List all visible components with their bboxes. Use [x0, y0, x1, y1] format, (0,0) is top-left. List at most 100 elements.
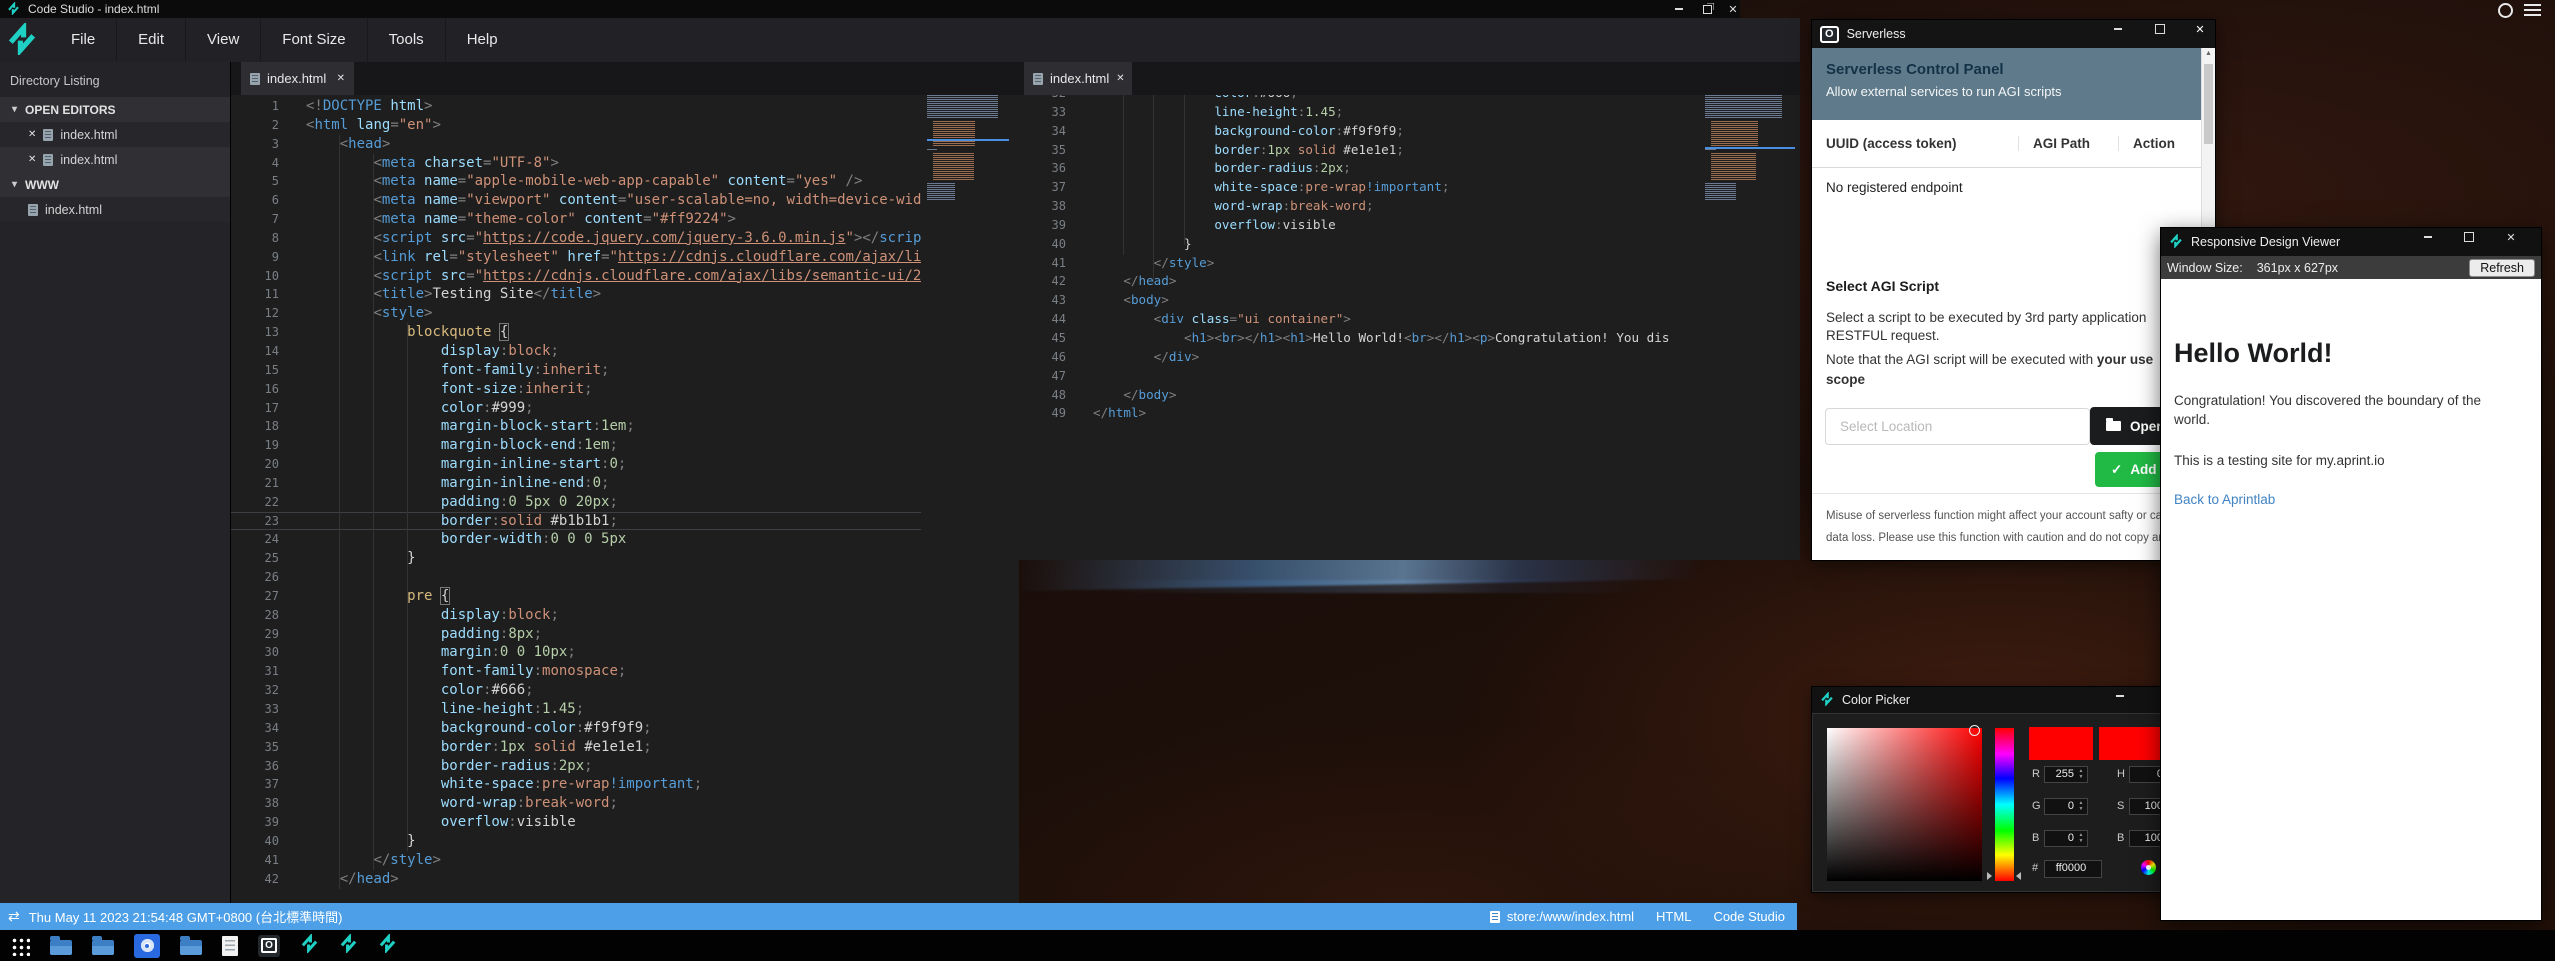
folder-icon[interactable] [50, 940, 72, 955]
code-line[interactable]: 27 pre { [231, 587, 921, 606]
close-icon[interactable]: ✕ [28, 154, 36, 165]
close-icon[interactable]: ✕ [1116, 73, 1124, 84]
document-icon[interactable] [222, 936, 238, 956]
hue-marker-icon[interactable] [1987, 872, 1992, 880]
sidebar-section-header[interactable]: ▾WWW [0, 172, 230, 197]
field-input-B[interactable]: 0▲▼ [2044, 830, 2088, 847]
code-line[interactable]: 34 background-color:#f9f9f9; [231, 719, 921, 738]
code-line[interactable]: 12 <style> [231, 304, 921, 323]
code-line[interactable]: 42 </head> [231, 870, 921, 889]
code-line[interactable]: 40 } [1018, 235, 1703, 254]
code-line[interactable]: 44 <div class="ui container"> [1018, 310, 1703, 329]
code-line[interactable]: 49</html> [1018, 404, 1703, 423]
close-icon[interactable]: ✕ [28, 129, 36, 140]
code-line[interactable]: 16 font-size:inherit; [231, 380, 921, 399]
code-line[interactable]: 26 [231, 568, 921, 587]
close-button[interactable]: ✕ [2189, 20, 2211, 38]
code-line[interactable]: 2<html lang="en"> [231, 116, 921, 135]
code-line[interactable]: 28 display:block; [231, 606, 921, 625]
reload-icon[interactable] [2498, 3, 2513, 18]
minimize-button[interactable] [2417, 228, 2439, 246]
menu-help[interactable]: Help [445, 18, 519, 62]
code-line[interactable]: 32 color:#666; [231, 681, 921, 700]
hex-input[interactable]: ff0000 [2044, 860, 2102, 878]
field-input-G[interactable]: 0▲▼ [2044, 798, 2088, 815]
code-line[interactable]: 11 <title>Testing Site</title> [231, 285, 921, 304]
menu-font-size[interactable]: Font Size [260, 18, 366, 62]
code-line[interactable]: 9 <link rel="stylesheet" href="https://c… [231, 248, 921, 267]
code-line[interactable]: 37 white-space:pre-wrap!important; [231, 775, 921, 794]
code-line[interactable]: 10 <script src="https://cdnjs.cloudflare… [231, 267, 921, 286]
menu-tools[interactable]: Tools [367, 18, 445, 62]
code-line[interactable]: 1<!DOCTYPE html> [231, 97, 921, 116]
code-studio-icon[interactable] [339, 934, 358, 958]
tab-index-html[interactable]: index.html ✕ [1024, 62, 1132, 95]
sidebar-section-header[interactable]: ▾OPEN EDITORS [0, 97, 230, 122]
sidebar-item-index.html[interactable]: ✕index.html [0, 122, 230, 147]
code-line[interactable]: 37 white-space:pre-wrap!important; [1018, 178, 1703, 197]
menu-edit[interactable]: Edit [116, 18, 185, 62]
serverless-app-icon[interactable]: O [258, 935, 280, 957]
code-line[interactable]: 34 background-color:#f9f9f9; [1018, 122, 1703, 141]
media-player-icon[interactable] [134, 934, 160, 958]
hue-marker-icon[interactable] [2016, 872, 2021, 880]
code-line[interactable]: 21 margin-inline-end:0; [231, 474, 921, 493]
folder-icon[interactable] [92, 940, 114, 955]
code-line[interactable]: 8 <script src="https://code.jquery.com/j… [231, 229, 921, 248]
code-line[interactable]: 45 <h1><br></h1><h1>Hello World!<br></h1… [1018, 329, 1703, 348]
code-area[interactable]: 32 color:#666;33 line-height:1.45;34 bac… [1018, 95, 1800, 560]
status-language[interactable]: HTML [1656, 909, 1691, 924]
close-button[interactable]: ✕ [2500, 228, 2522, 246]
code-line[interactable]: 43 <body> [1018, 291, 1703, 310]
status-file[interactable]: store:/www/index.html [1490, 909, 1634, 924]
scroll-up-icon[interactable]: ▲ [2202, 50, 2215, 57]
code-line[interactable]: 41 </style> [231, 851, 921, 870]
code-line[interactable]: 13 blockquote { [231, 323, 921, 342]
code-line[interactable]: 20 margin-inline-start:0; [231, 455, 921, 474]
code-line[interactable]: 47 [1018, 367, 1703, 386]
code-line[interactable]: 36 border-radius:2px; [1018, 159, 1703, 178]
menu-view[interactable]: View [185, 18, 260, 62]
code-studio-icon[interactable] [378, 934, 397, 958]
color-wheel-icon[interactable] [2141, 860, 2156, 875]
code-line[interactable]: 33 line-height:1.45; [1018, 103, 1703, 122]
hamburger-menu-icon[interactable] [2524, 4, 2541, 16]
code-line[interactable]: 5 <meta name="apple-mobile-web-app-capab… [231, 172, 921, 191]
app-grid-icon[interactable] [10, 936, 30, 956]
code-line[interactable]: 38 word-wrap:break-word; [231, 794, 921, 813]
code-area[interactable]: 1<!DOCTYPE html>2<html lang="en">3 <head… [231, 95, 1019, 903]
spinner-icon[interactable]: ▲▼ [2077, 801, 2085, 812]
code-line[interactable]: 18 margin-block-start:1em; [231, 417, 921, 436]
code-line[interactable]: 24 border-width:0 0 0 5px [231, 530, 921, 549]
close-icon[interactable]: ✕ [337, 73, 345, 84]
maximize-button[interactable] [2458, 228, 2480, 246]
code-line[interactable]: 39 overflow:visible [231, 813, 921, 832]
spinner-icon[interactable]: ▲▼ [2077, 833, 2085, 844]
viewer-title-bar[interactable]: Responsive Design Viewer ✕ [2161, 228, 2541, 256]
code-line[interactable]: 15 font-family:inherit; [231, 361, 921, 380]
code-line[interactable]: 23 border:solid #b1b1b1; [231, 512, 921, 531]
code-line[interactable]: 42 </head> [1018, 272, 1703, 291]
code-line[interactable]: 25 } [231, 549, 921, 568]
code-line[interactable]: 7 <meta name="theme-color" content="#ff9… [231, 210, 921, 229]
code-line[interactable]: 30 margin:0 0 10px; [231, 643, 921, 662]
tab-index-html[interactable]: index.html ✕ [241, 62, 354, 95]
maximize-button[interactable] [2149, 20, 2171, 38]
minimap[interactable] [1705, 95, 1795, 203]
minimize-button[interactable] [2107, 20, 2129, 38]
scrollbar-thumb[interactable] [2204, 64, 2213, 144]
code-line[interactable]: 19 margin-block-end:1em; [231, 436, 921, 455]
minimize-button[interactable] [1668, 0, 1690, 18]
code-line[interactable]: 46 </div> [1018, 348, 1703, 367]
code-studio-icon[interactable] [300, 934, 319, 958]
sidebar-item-index.html[interactable]: ✕index.html [0, 147, 230, 172]
folder-icon[interactable] [180, 940, 202, 955]
code-line[interactable]: 38 word-wrap:break-word; [1018, 197, 1703, 216]
code-line[interactable]: 35 border:1px solid #e1e1e1; [231, 738, 921, 757]
code-line[interactable]: 35 border:1px solid #e1e1e1; [1018, 141, 1703, 160]
code-line[interactable]: 32 color:#666; [1018, 95, 1703, 103]
hue-slider[interactable] [1995, 728, 2014, 881]
minimap[interactable] [927, 95, 1009, 203]
code-line[interactable]: 33 line-height:1.45; [231, 700, 921, 719]
restore-button[interactable] [1696, 0, 1718, 18]
